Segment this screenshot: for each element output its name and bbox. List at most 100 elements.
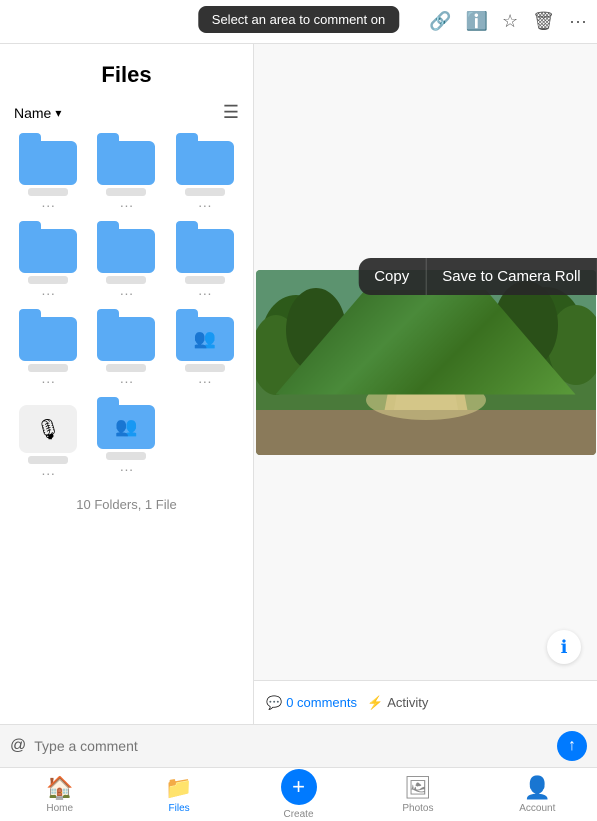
save-to-camera-roll-button[interactable]: Save to Camera Roll [425,258,596,295]
files-title: Files [0,44,253,98]
nav-photos[interactable]: 🖼 Photos [358,775,477,814]
shared-folder-icon2: 👥 [97,405,155,449]
list-item[interactable]: ··· [10,311,86,391]
info-icon[interactable]: ℹ️ [466,11,488,32]
name-label: Name [14,105,51,121]
photos-label: Photos [402,803,433,814]
list-item[interactable]: ··· [88,135,164,215]
list-item[interactable]: ··· [167,223,243,303]
name-sort-button[interactable]: Name ▾ [14,105,61,121]
image-preview-wrapper[interactable]: Copy Save to Camera Roll Open in... [256,270,596,455]
folder-icon [19,141,77,185]
nav-create[interactable]: + Create [239,769,358,820]
folder-grid-row4: 🎙 ··· 👥 ··· [0,395,253,487]
comment-icon: 💬 [266,695,282,711]
folder-more-icon[interactable]: ··· [41,285,55,301]
folder-label [185,276,225,284]
list-item[interactable]: ··· [88,223,164,303]
copy-button[interactable]: Copy [358,258,425,295]
create-label: Create [284,809,314,820]
folder-label [28,188,68,196]
folder-label [185,188,225,196]
list-item[interactable]: 👥 ··· [167,311,243,391]
at-icon[interactable]: @ [10,737,26,755]
context-menu: Copy Save to Camera Roll Open in... [358,258,597,295]
photos-icon: 🖼 [404,775,432,801]
grid-view-icon[interactable]: ☰ [223,102,239,123]
folder-grid-row1: ··· ··· ··· [0,131,253,219]
right-panel-bottom: 💬 0 comments ⚡ Activity [254,680,597,724]
left-panel: Files Name ▾ ☰ ··· ··· ··· [0,44,254,724]
folder-icon [19,317,77,361]
right-panel-content: Copy Save to Camera Roll Open in... [254,44,597,680]
bottom-area: @ ↑ 🏠 Home 📁 Files + Create 🖼 Photos 👤 A… [0,724,597,821]
comments-count: 0 comments [286,695,357,710]
image-preview [256,270,596,455]
files-icon: 📁 [165,775,192,801]
comments-tab[interactable]: 💬 0 comments [266,695,357,711]
account-icon: 👤 [524,775,551,801]
top-bar-icons: 🔗 ℹ️ ☆ 🗑 ··· [429,11,587,32]
nav-home[interactable]: 🏠 Home [0,775,119,814]
folder-more-icon[interactable]: ··· [119,373,133,389]
trash-icon[interactable]: 🗑 [532,11,555,32]
list-item[interactable]: 👥 ··· [88,399,164,483]
files-footer: 10 Folders, 1 File [0,487,253,516]
folder-icon [97,317,155,361]
activity-label: Activity [387,695,428,710]
home-icon: 🏠 [46,775,73,801]
folder-grid-row3: ··· ··· 👥 ··· [0,307,253,395]
comment-input[interactable] [34,738,549,754]
folder-more-icon[interactable]: ··· [41,465,55,481]
activity-tab[interactable]: ⚡ Activity [367,695,428,711]
folder-label [28,364,68,372]
folder-label [106,276,146,284]
folder-label [28,276,68,284]
shared-folder-icon: 👥 [176,317,234,361]
sort-chevron-icon: ▾ [55,106,61,120]
send-button[interactable]: ↑ [557,731,587,761]
more-icon[interactable]: ··· [569,11,587,32]
folder-icon [19,229,77,273]
nav-account[interactable]: 👤 Account [478,775,597,814]
list-item[interactable]: 🎙 ··· [10,399,86,483]
folder-more-icon[interactable]: ··· [198,197,212,213]
folder-label [28,456,68,464]
info-button[interactable]: ℹ [547,630,581,664]
link-icon[interactable]: 🔗 [429,11,451,32]
list-item[interactable]: ··· [10,135,86,215]
folder-label [106,452,146,460]
main-layout: Files Name ▾ ☰ ··· ··· ··· [0,44,597,724]
folder-icon [176,229,234,273]
folder-label [185,364,225,372]
top-bar: Select an area to comment on 🔗 ℹ️ ☆ 🗑 ··… [0,0,597,44]
files-label: Files [169,803,190,814]
folder-icon [176,141,234,185]
list-item[interactable]: ··· [10,223,86,303]
tooltip-banner: Select an area to comment on [198,6,399,33]
folder-more-icon[interactable]: ··· [41,373,55,389]
star-icon[interactable]: ☆ [502,11,518,32]
home-label: Home [46,803,73,814]
folder-icon [97,229,155,273]
folder-more-icon[interactable]: ··· [198,373,212,389]
folder-more-icon[interactable]: ··· [119,197,133,213]
folder-more-icon[interactable]: ··· [198,285,212,301]
comment-input-area: @ ↑ [0,724,597,767]
list-item[interactable]: ··· [88,311,164,391]
activity-icon: ⚡ [367,695,383,711]
folder-more-icon[interactable]: ··· [119,285,133,301]
right-panel: Copy Save to Camera Roll Open in... [254,44,597,724]
folder-more-icon[interactable]: ··· [41,197,55,213]
create-button[interactable]: + [281,769,317,805]
voice-memo-icon: 🎙 [19,405,77,453]
list-item[interactable]: ··· [167,135,243,215]
nav-files[interactable]: 📁 Files [119,775,238,814]
bottom-nav: 🏠 Home 📁 Files + Create 🖼 Photos 👤 Accou… [0,767,597,821]
folder-label [106,364,146,372]
account-label: Account [519,803,555,814]
folder-more-icon[interactable]: ··· [119,461,133,477]
folder-label [106,188,146,196]
folder-icon [97,141,155,185]
files-header: Name ▾ ☰ [0,98,253,131]
